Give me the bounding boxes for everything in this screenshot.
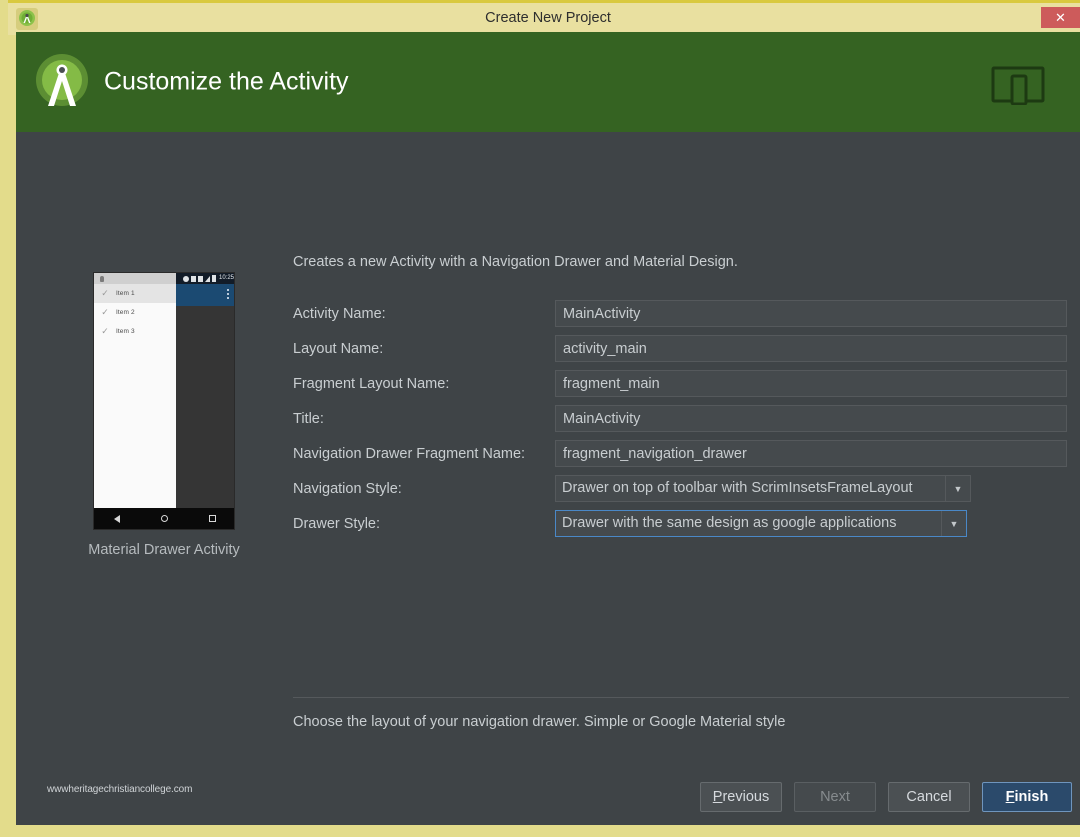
next-button[interactable]: Next bbox=[794, 782, 876, 812]
phone-content-area bbox=[176, 306, 234, 508]
navigation-style-label: Navigation Style: bbox=[293, 480, 402, 497]
signal-icon bbox=[204, 275, 210, 282]
field-row-layout-name: Layout Name: bbox=[293, 331, 1073, 366]
watermark-text: wwwheritagechristiancollege.com bbox=[47, 784, 193, 795]
close-icon[interactable]: ✕ bbox=[1041, 7, 1080, 28]
activity-preview: 10:25 ✓ Item 1 ✓ Item 2 ✓ Item 3 Materia… bbox=[74, 272, 254, 558]
dialog-footer: Previous Next Cancel Finish bbox=[700, 782, 1072, 812]
previous-accel: P bbox=[712, 789, 723, 805]
navigation-drawer-preview: ✓ Item 1 ✓ Item 2 ✓ Item 3 bbox=[94, 284, 176, 508]
device-preview-icon bbox=[991, 65, 1045, 106]
title-bar: Create New Project ✕ bbox=[8, 0, 1080, 35]
field-row-drawer-style: Drawer Style: Drawer with the same desig… bbox=[293, 506, 1073, 541]
create-new-project-dialog: Create New Project ✕ Customize the Activ… bbox=[0, 0, 1080, 837]
wizard-header-banner: Customize the Activity bbox=[16, 32, 1080, 132]
navigation-style-value: Drawer on top of toolbar with ScrimInset… bbox=[562, 480, 913, 496]
previous-button[interactable]: Previous bbox=[700, 782, 782, 812]
drawer-status-overlay bbox=[94, 273, 176, 284]
drawer-item: ✓ Item 1 bbox=[94, 284, 176, 303]
preview-caption: Material Drawer Activity bbox=[88, 542, 240, 558]
drawer-item: ✓ Item 3 bbox=[94, 322, 176, 341]
title-input[interactable] bbox=[555, 405, 1067, 432]
phone-navigation-bar bbox=[94, 508, 234, 529]
dialog-body: 10:25 ✓ Item 1 ✓ Item 2 ✓ Item 3 Materia… bbox=[16, 132, 1080, 825]
back-triangle-icon bbox=[114, 514, 121, 523]
android-studio-logo-icon bbox=[30, 50, 94, 114]
separator bbox=[293, 697, 1069, 698]
pin-icon bbox=[100, 275, 104, 282]
field-row-title: Title: bbox=[293, 401, 1073, 436]
title-label: Title: bbox=[293, 410, 324, 427]
fragment-layout-name-input[interactable] bbox=[555, 370, 1067, 397]
home-circle-icon bbox=[160, 515, 168, 522]
phone-toolbar bbox=[176, 284, 234, 306]
field-row-fragment-layout-name: Fragment Layout Name: bbox=[293, 366, 1073, 401]
layout-name-input[interactable] bbox=[555, 335, 1067, 362]
navigation-drawer-fragment-name-input[interactable] bbox=[555, 440, 1067, 467]
window-title: Create New Project bbox=[485, 10, 611, 26]
check-icon: ✓ bbox=[101, 307, 109, 317]
phone-status-bar: 10:25 bbox=[94, 273, 234, 284]
finish-accel: F bbox=[1005, 789, 1015, 805]
alarm-icon bbox=[190, 275, 196, 282]
fragment-layout-name-label: Fragment Layout Name: bbox=[293, 375, 450, 392]
navigation-drawer-fragment-name-label: Navigation Drawer Fragment Name: bbox=[293, 445, 526, 462]
sync-icon bbox=[182, 275, 189, 282]
form-description: Creates a new Activity with a Navigation… bbox=[293, 254, 738, 270]
chevron-down-icon[interactable]: ▼ bbox=[945, 476, 970, 501]
finish-label: inish bbox=[1014, 789, 1049, 805]
finish-button[interactable]: Finish bbox=[982, 782, 1072, 812]
drawer-style-label: Drawer Style: bbox=[293, 515, 381, 532]
activity-name-input[interactable] bbox=[555, 300, 1067, 327]
drawer-item: ✓ Item 2 bbox=[94, 303, 176, 322]
drawer-item-label: Item 3 bbox=[116, 328, 135, 335]
drawer-style-value: Drawer with the same design as google ap… bbox=[562, 515, 897, 531]
check-icon: ✓ bbox=[101, 326, 109, 336]
phone-mockup: 10:25 ✓ Item 1 ✓ Item 2 ✓ Item 3 bbox=[93, 272, 235, 530]
drawer-style-select[interactable]: Drawer with the same design as google ap… bbox=[555, 510, 967, 537]
layout-name-label: Layout Name: bbox=[293, 340, 384, 357]
field-row-activity-name: Activity Name: bbox=[293, 296, 1073, 331]
navigation-style-select[interactable]: Drawer on top of toolbar with ScrimInset… bbox=[555, 475, 971, 502]
drawer-item-label: Item 2 bbox=[116, 309, 135, 316]
drawer-item-label: Item 1 bbox=[116, 290, 135, 297]
status-time: 10:25 bbox=[218, 275, 234, 281]
previous-label: revious bbox=[722, 789, 770, 805]
overflow-menu-icon bbox=[227, 289, 229, 301]
battery-icon bbox=[211, 275, 216, 282]
cancel-button[interactable]: Cancel bbox=[888, 782, 970, 812]
check-icon: ✓ bbox=[101, 288, 109, 298]
page-title: Customize the Activity bbox=[104, 67, 349, 96]
status-icons: 10:25 bbox=[182, 273, 234, 284]
recents-square-icon bbox=[208, 515, 216, 522]
field-row-navigation-style: Navigation Style: Drawer on top of toolb… bbox=[293, 471, 1073, 506]
wifi-icon bbox=[197, 275, 203, 282]
activity-form: Creates a new Activity with a Navigation… bbox=[293, 254, 1073, 541]
activity-name-label: Activity Name: bbox=[293, 305, 386, 322]
chevron-down-icon[interactable]: ▼ bbox=[941, 511, 966, 536]
form-hint-text: Choose the layout of your navigation dra… bbox=[293, 714, 786, 730]
field-row-navigation-drawer-fragment-name: Navigation Drawer Fragment Name: bbox=[293, 436, 1073, 471]
